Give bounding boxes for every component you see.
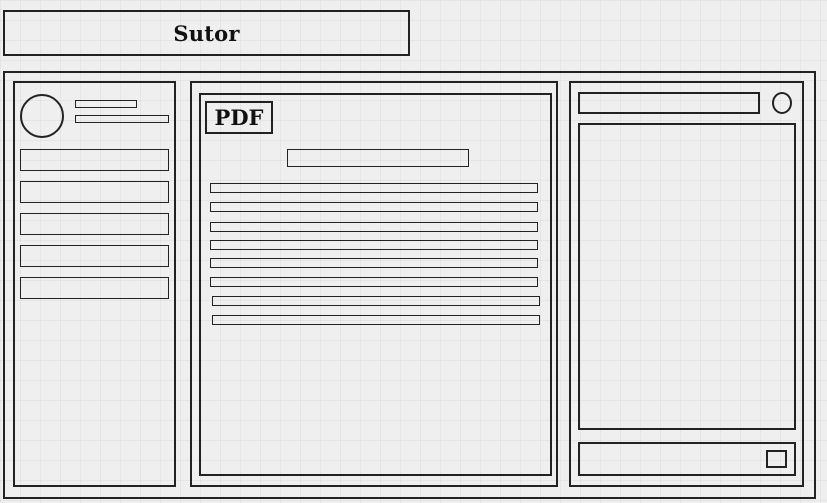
text-line-placeholder bbox=[212, 315, 540, 325]
text-line-placeholder bbox=[212, 296, 540, 306]
text-line-placeholder bbox=[210, 202, 538, 212]
sidebar-item-4[interactable] bbox=[20, 245, 169, 267]
text-line-placeholder bbox=[210, 183, 538, 193]
sidebar-item-2[interactable] bbox=[20, 181, 169, 203]
user-name-placeholder bbox=[75, 100, 137, 108]
text-line-placeholder bbox=[210, 222, 538, 232]
app-title: Sutor bbox=[173, 20, 240, 46]
sidebar-item-5[interactable] bbox=[20, 277, 169, 299]
chat-content-area bbox=[578, 123, 796, 430]
sidebar-item-1[interactable] bbox=[20, 149, 169, 171]
pdf-badge: PDF bbox=[205, 101, 273, 134]
sidebar-item-3[interactable] bbox=[20, 213, 169, 235]
message-input[interactable] bbox=[578, 442, 796, 476]
app-title-bar: Sutor bbox=[3, 10, 410, 56]
text-line-placeholder bbox=[210, 277, 538, 287]
text-line-placeholder bbox=[210, 258, 538, 268]
user-subtitle-placeholder bbox=[75, 115, 169, 123]
search-input[interactable] bbox=[578, 92, 760, 114]
avatar[interactable] bbox=[20, 94, 64, 138]
send-button[interactable] bbox=[766, 450, 787, 468]
circle-icon[interactable] bbox=[772, 92, 792, 114]
document-title-placeholder bbox=[287, 149, 469, 167]
text-line-placeholder bbox=[210, 240, 538, 250]
pdf-label: PDF bbox=[214, 105, 264, 130]
